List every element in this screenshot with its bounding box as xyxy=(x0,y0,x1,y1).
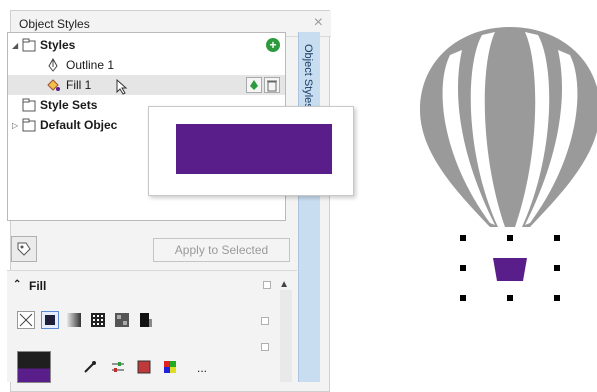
tree-item-label: Fill 1 xyxy=(66,78,92,92)
bitmap-pattern-fill-icon[interactable] xyxy=(113,311,131,329)
section-checkbox[interactable] xyxy=(263,281,271,289)
delete-icon[interactable] xyxy=(264,77,280,93)
balloon-envelope xyxy=(420,27,597,227)
tree-item-label: Outline 1 xyxy=(66,58,115,72)
fill-preview-popup xyxy=(148,106,354,196)
fill-section-title: Fill xyxy=(29,279,47,293)
palette-icon[interactable] xyxy=(161,359,179,377)
selection-handle[interactable] xyxy=(554,295,560,301)
pen-nib-icon xyxy=(46,57,60,72)
selection-handle[interactable] xyxy=(460,265,466,271)
close-icon[interactable]: × xyxy=(314,14,323,32)
tree-item-styles[interactable]: ◢ Styles + xyxy=(8,35,285,55)
uniform-fill-icon[interactable] xyxy=(41,311,59,329)
tree-item-label: Style Sets xyxy=(40,98,98,112)
balloon-basket[interactable] xyxy=(493,258,527,281)
cursor-icon xyxy=(116,78,130,95)
style-sets-folder-icon xyxy=(22,98,36,112)
fill-preview-swatch xyxy=(176,124,332,174)
fill-section: ⌃ Fill ▲ ... xyxy=(7,270,297,383)
panel-scrollbar[interactable] xyxy=(280,290,292,382)
tree-item-outline-1[interactable]: Outline 1 xyxy=(8,55,285,75)
style-options-button[interactable] xyxy=(11,236,37,262)
apply-style-button[interactable] xyxy=(246,77,262,93)
styles-folder-icon xyxy=(22,38,36,52)
apply-to-selected-button[interactable]: Apply to Selected xyxy=(153,238,290,262)
selection-handle[interactable] xyxy=(507,235,513,241)
color-viewer-icon[interactable] xyxy=(135,359,153,377)
selection-handle[interactable] xyxy=(554,235,560,241)
object-styles-docker-tab[interactable]: Object Styles xyxy=(298,32,320,382)
color-sliders-icon[interactable] xyxy=(109,359,127,377)
panel-title: Object Styles xyxy=(19,17,90,31)
hot-air-balloon-canvas xyxy=(420,27,597,301)
more-options-button[interactable]: ... xyxy=(193,359,211,377)
texture-fill-icon[interactable] xyxy=(137,311,155,329)
fountain-fill-icon[interactable] xyxy=(65,311,83,329)
paint-bucket-icon xyxy=(46,78,60,92)
selection-handle[interactable] xyxy=(507,295,513,301)
styles-toolbar: Apply to Selected xyxy=(7,236,297,264)
fill-type-checkbox[interactable] xyxy=(261,317,269,325)
side-tab-label: Object Styles xyxy=(302,44,314,109)
default-objects-folder-icon xyxy=(22,118,36,132)
selection-handle[interactable] xyxy=(554,265,560,271)
no-fill-icon[interactable] xyxy=(17,311,35,329)
tree-item-fill-1[interactable]: Fill 1 xyxy=(8,75,285,95)
current-fill-swatch[interactable] xyxy=(17,351,51,383)
color-checkbox[interactable] xyxy=(261,343,269,351)
collapse-chevron-icon[interactable]: ⌃ xyxy=(13,279,21,290)
eyedropper-icon[interactable] xyxy=(81,359,99,377)
selection-handle[interactable] xyxy=(460,295,466,301)
add-style-button[interactable]: + xyxy=(266,38,280,52)
tree-item-label: Default Objec xyxy=(40,118,118,132)
expand-arrow-icon[interactable]: ◢ xyxy=(12,41,18,50)
selection-handle[interactable] xyxy=(460,235,466,241)
vector-pattern-fill-icon[interactable] xyxy=(89,311,107,329)
expand-arrow-icon[interactable]: ▷ xyxy=(12,121,18,130)
scroll-up-icon[interactable]: ▲ xyxy=(279,279,289,290)
tree-item-label: Styles xyxy=(40,38,76,52)
